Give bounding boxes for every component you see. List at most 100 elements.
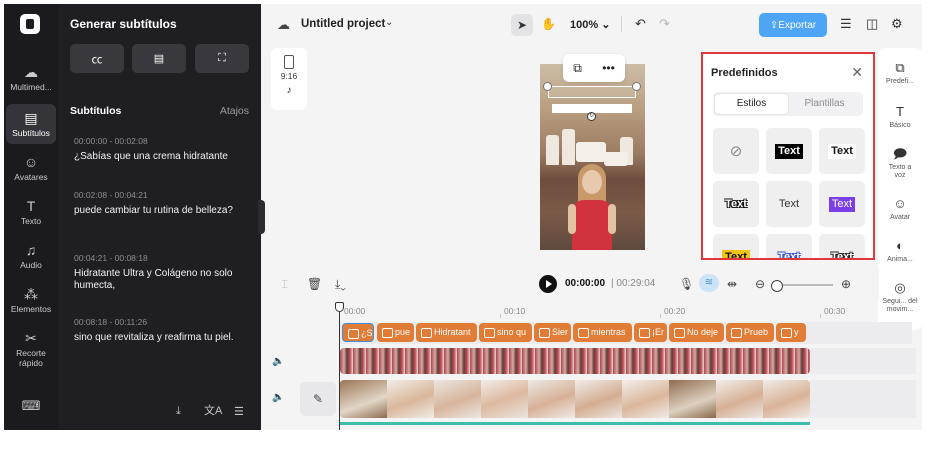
export-button[interactable]: ⇪ Exportar <box>759 13 827 37</box>
project-title[interactable]: Untitled project <box>301 18 385 30</box>
preset-none[interactable]: ⊘ <box>713 128 759 174</box>
collapse-panel-handle[interactable] <box>258 200 265 234</box>
aspect-ratio-card[interactable]: 9:16 ♪ <box>271 48 307 110</box>
microphone-icon[interactable]: 🎙 <box>679 277 694 291</box>
layers-icon[interactable]: ☰ <box>840 16 852 32</box>
zoom-in-icon[interactable]: ⊕ <box>841 277 851 291</box>
captions-cc-button[interactable]: ㏄ <box>70 44 124 73</box>
chevron-down-icon[interactable]: ⌄ <box>385 17 393 28</box>
preset-style[interactable]: Text <box>819 181 865 227</box>
audio-wave-icon[interactable]: ≋ <box>699 274 719 292</box>
rail-item-animation[interactable]: ◐ Anima... <box>878 238 922 264</box>
resize-handle[interactable] <box>543 82 552 91</box>
rail-item-basic[interactable]: T Básico <box>878 104 922 130</box>
rail-item-presets[interactable]: ⧉ Predefi... <box>878 60 922 86</box>
zoom-level[interactable]: 100% ⌄ <box>570 18 610 31</box>
subtitle-clip[interactable]: Prueb <box>726 323 774 342</box>
video-thumbnail <box>481 380 528 418</box>
panel-title: Generar subtítulos <box>70 17 177 31</box>
rotate-handle-icon[interactable]: ↻ <box>587 112 596 121</box>
cue-time: 00:02:08 - 00:04:21 <box>74 190 148 200</box>
main-video-track[interactable] <box>340 380 810 418</box>
subtitle-clip[interactable]: pue <box>377 323 414 342</box>
subtitle-clip[interactable]: No deje <box>669 323 724 342</box>
subtitle-cue[interactable]: 00:04:21 - 00:08:18 Hidratante Ultra y C… <box>74 253 249 292</box>
cue-text[interactable]: puede cambiar tu rutina de belleza? <box>74 205 249 217</box>
rail-item-avatars[interactable]: ☺ Avatares <box>6 154 56 182</box>
download-chevron-icon[interactable]: ⤓⌄ <box>335 277 346 292</box>
duplicate-icon[interactable]: ⧉ <box>573 61 582 76</box>
audio-waveform-track[interactable] <box>340 422 810 425</box>
subtitle-clip[interactable]: sino qu <box>479 323 532 342</box>
preset-style[interactable]: Text <box>713 181 759 227</box>
play-button[interactable] <box>539 275 557 293</box>
redo-icon[interactable]: ↷ <box>659 16 670 32</box>
tab-templates[interactable]: Plantillas <box>788 94 861 114</box>
rail-item-elements[interactable]: ⁂ Elementos <box>6 286 56 314</box>
pointer-tool-icon[interactable]: ➤ <box>511 14 533 36</box>
shortcuts-link[interactable]: Atajos <box>220 105 249 117</box>
settings-icon[interactable]: ⚙ <box>891 16 903 32</box>
hand-tool-icon[interactable]: ✋ <box>541 17 556 31</box>
preset-style[interactable]: Text <box>819 128 865 174</box>
subtitle-clip[interactable]: mientras <box>573 323 632 342</box>
cloud-save-icon[interactable]: ☁ <box>277 17 290 33</box>
more-options-icon[interactable]: ••• <box>602 61 615 75</box>
rail-item-text-to-speech[interactable]: 🗩 Texto a voz <box>878 146 922 180</box>
preset-style[interactable]: Text <box>766 234 812 258</box>
preset-style[interactable]: Text <box>766 181 812 227</box>
subtitle-clip[interactable]: ¡Er <box>634 323 667 342</box>
cue-text[interactable]: Hidratante Ultra y Colágeno no solo hume… <box>74 268 249 292</box>
rail-item-avatar[interactable]: ☺ Avatar <box>878 196 922 222</box>
tab-styles[interactable]: Estilos <box>715 94 788 114</box>
subtitle-cue[interactable]: 00:08:18 - 00:11:26 sino que revitaliza … <box>74 317 249 344</box>
delete-icon[interactable]: 🗑 <box>307 277 322 291</box>
rail-item-subtitles[interactable]: ▤ Subtítulos <box>6 104 56 144</box>
video-thumbnail <box>669 380 716 418</box>
timeline-ruler[interactable]: 00:00 00:10 00:20 00:30 <box>340 302 878 318</box>
cue-text[interactable]: sino que revitaliza y reafirma tu piel. <box>74 332 249 344</box>
auto-caption-button[interactable]: ⛶ <box>195 44 249 73</box>
close-icon[interactable]: ✕ <box>851 64 863 81</box>
rail-item-text[interactable]: T Texto <box>6 198 56 226</box>
split-view-icon[interactable]: ⇹ <box>727 277 737 291</box>
subtitle-cue[interactable]: 00:00:00 - 00:02:08 ¿Sabías que una crem… <box>74 136 249 163</box>
video-thumbnail <box>340 380 387 418</box>
subtitle-clip[interactable]: Hidratant <box>416 323 477 342</box>
zoom-slider[interactable] <box>771 280 833 292</box>
preset-style[interactable]: Text <box>766 128 812 174</box>
playhead-line[interactable] <box>339 311 340 430</box>
rail-item-media[interactable]: ☁ Multimed... <box>6 64 56 92</box>
keyboard-icon[interactable]: ⌨ <box>6 398 56 414</box>
video-clip-filmstrip[interactable] <box>340 348 810 374</box>
avatar-icon: ☺ <box>893 196 907 211</box>
caption-style-button[interactable]: ▤ <box>132 44 186 73</box>
undo-icon[interactable]: ↶ <box>635 16 646 32</box>
layout-panel-icon[interactable]: ◫ <box>866 16 878 32</box>
music-icon: ♫ <box>25 242 37 258</box>
preset-style[interactable]: Text <box>713 234 759 258</box>
find-replace-icon[interactable]: ☰ <box>234 405 244 418</box>
resize-handle[interactable] <box>632 82 641 91</box>
download-icon[interactable]: ⤓ <box>176 405 181 418</box>
subtitle-clip[interactable]: Sier <box>534 323 571 342</box>
translate-icon[interactable]: 文A <box>204 402 222 418</box>
rail-item-motion-tracking[interactable]: ◎ Segui... del movim... <box>878 280 922 314</box>
rail-item-quick-cut[interactable]: ✂ Recorte rápido <box>6 330 56 368</box>
caption-selection-box[interactable] <box>548 86 636 98</box>
zoom-out-icon[interactable]: ⊖ <box>755 277 765 291</box>
subtitle-clip[interactable]: ¿Sabí <box>342 323 374 342</box>
subtitle-clip[interactable]: y <box>776 323 806 342</box>
cue-text[interactable]: ¿Sabías que una crema hidratante <box>74 151 249 163</box>
split-icon[interactable]: ⌶ <box>281 277 288 292</box>
edit-pencil-icon[interactable]: ✎ <box>300 382 336 416</box>
app-logo[interactable] <box>20 14 40 34</box>
video-preview[interactable]: ↻ <box>540 64 645 250</box>
rail-item-audio[interactable]: ♫ Audio <box>6 242 56 270</box>
preset-style[interactable]: Text <box>819 234 865 258</box>
subtitle-cue[interactable]: 00:02:08 - 00:04:21 puede cambiar tu rut… <box>74 190 249 217</box>
speaker-icon[interactable]: 🔈 <box>272 356 284 367</box>
product-bottle <box>562 129 575 165</box>
speaker-icon[interactable]: 🔈 <box>272 392 284 403</box>
track-background <box>810 348 916 374</box>
